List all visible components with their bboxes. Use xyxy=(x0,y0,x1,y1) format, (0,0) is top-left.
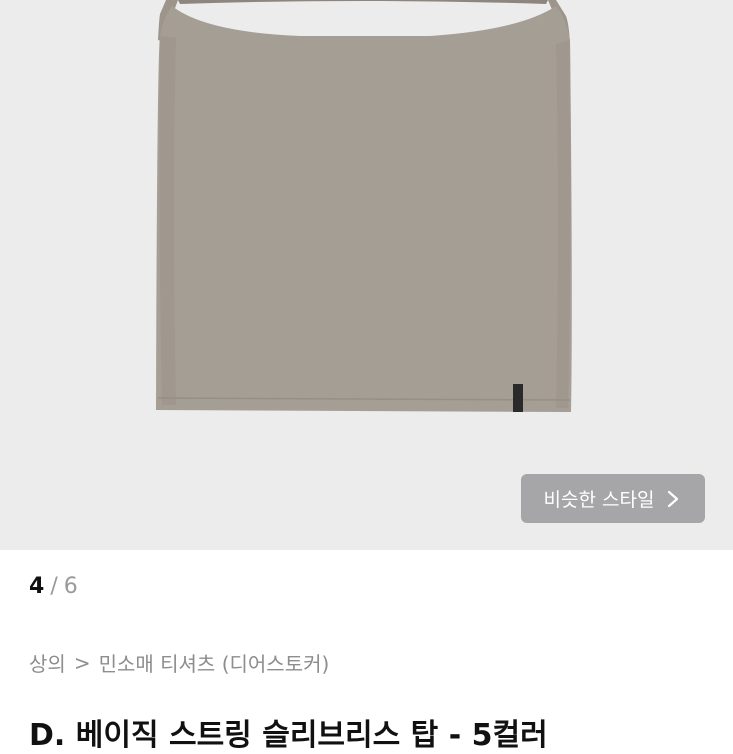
breadcrumb-separator: > xyxy=(73,650,91,675)
similar-style-label: 비슷한 스타일 xyxy=(543,489,655,511)
image-counter-current: 4 xyxy=(29,574,45,599)
product-image xyxy=(156,0,572,412)
breadcrumb-category[interactable]: 상의 xyxy=(29,648,66,677)
chevron-right-icon xyxy=(668,490,679,507)
product-image-gallery[interactable]: 비슷한 스타일 xyxy=(0,0,733,550)
image-counter-separator: / xyxy=(50,574,58,599)
breadcrumb: 상의 > 민소매 티셔츠 (디어스토커) xyxy=(29,648,329,677)
image-counter-total: 6 xyxy=(63,574,78,599)
similar-style-button[interactable]: 비슷한 스타일 xyxy=(521,474,705,523)
image-counter: 4/6 xyxy=(29,574,78,599)
product-title: D. 베이직 스트링 슬리브리스 탑 - 5컬러 xyxy=(29,718,548,753)
breadcrumb-subcategory[interactable]: 민소매 티셔츠 (디어스토커) xyxy=(99,648,330,677)
